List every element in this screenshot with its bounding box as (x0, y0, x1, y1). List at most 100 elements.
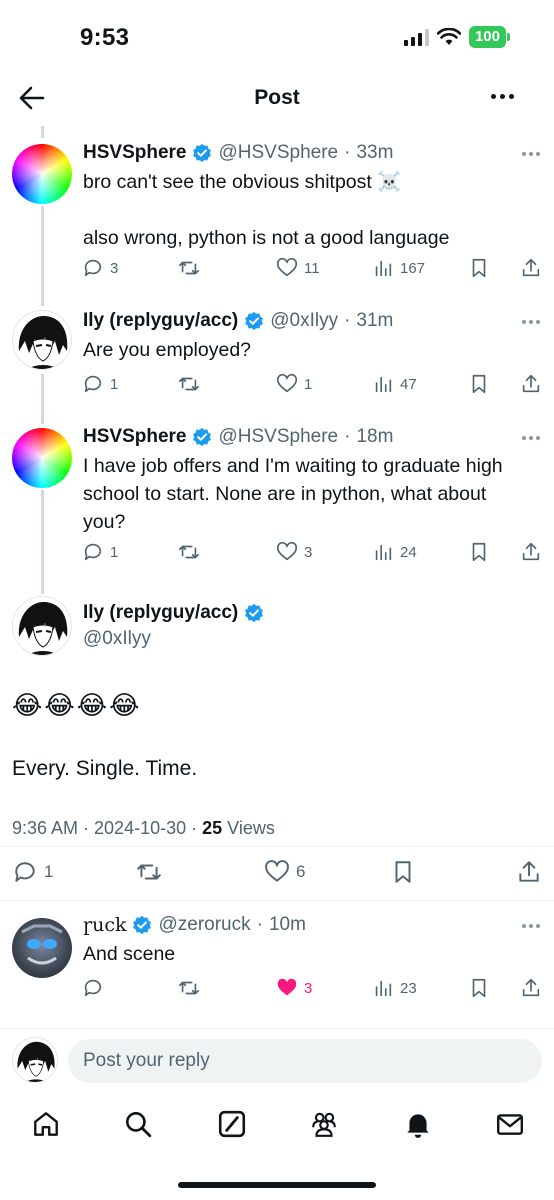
post-header: HSVSphere @HSVSphere · 18m (83, 426, 393, 448)
nav-home[interactable] (28, 1106, 64, 1142)
views-chart-icon (375, 376, 392, 393)
reply-count: 1 (44, 862, 54, 881)
post-meta: 9:36 AM · 2024-10-30 · 25 Views (12, 818, 275, 839)
display-name[interactable]: Ily (replyguy/acc) (83, 310, 238, 332)
reply-button[interactable]: 1 (12, 858, 53, 886)
reply-post[interactable]: ɼuck @zeroruck · 10m And scene 3 23 (0, 912, 554, 1022)
share-icon (519, 861, 539, 882)
bookmark-icon (395, 861, 411, 883)
my-avatar[interactable] (12, 1037, 58, 1083)
repost-button[interactable] (178, 370, 200, 398)
separator-dot: · (344, 142, 351, 163)
display-name[interactable]: ɼuck (83, 914, 126, 936)
repost-icon (137, 864, 161, 880)
user-handle[interactable]: @zeroruck (158, 914, 250, 936)
post-time: 10m (268, 914, 306, 935)
nav-messages[interactable] (492, 1106, 528, 1142)
nav-search[interactable] (120, 1106, 156, 1142)
repost-icon (179, 377, 199, 391)
display-name[interactable]: Ily (replyguy/acc) (83, 602, 238, 624)
bookmark-button[interactable] (390, 858, 416, 886)
bookmark-button[interactable] (468, 974, 490, 1002)
nav-communities[interactable] (306, 1106, 342, 1142)
display-name[interactable]: HSVSphere (83, 142, 186, 164)
views-label: Views (222, 818, 275, 838)
user-handle[interactable]: @HSVSphere (218, 426, 338, 448)
nav-notifications[interactable] (400, 1106, 436, 1142)
separator-dot: · (344, 426, 351, 447)
heart-icon (276, 257, 298, 277)
user-handle[interactable]: @0xIlyy (83, 628, 151, 650)
main-post-author: Ily (replyguy/acc) (83, 602, 264, 624)
bookmark-button[interactable] (468, 538, 490, 566)
communities-icon (312, 1112, 336, 1137)
main-post-actions: 1 6 (0, 858, 554, 890)
repost-icon (179, 261, 199, 275)
post-menu-button[interactable] (522, 152, 540, 156)
bookmark-button[interactable] (468, 254, 490, 282)
views-chart-icon (375, 544, 392, 561)
avatar[interactable] (12, 918, 72, 978)
avatar[interactable] (12, 310, 72, 370)
views-button[interactable]: 24 (372, 538, 417, 566)
post-menu-button[interactable] (522, 320, 540, 324)
repost-button[interactable] (178, 974, 200, 1002)
bookmark-button[interactable] (468, 370, 490, 398)
share-button[interactable] (520, 370, 542, 398)
battery-indicator: 100 (468, 26, 511, 48)
post-header: ɼuck @zeroruck · 10m (83, 914, 306, 936)
reply-button[interactable] (82, 974, 104, 1002)
avatar[interactable] (12, 144, 72, 204)
thread-post[interactable]: HSVSphere @HSVSphere · 33m bro can't see… (0, 140, 554, 290)
repost-button[interactable] (136, 858, 162, 886)
views-button[interactable]: 47 (372, 370, 417, 398)
thread-post[interactable]: HSVSphere @HSVSphere · 18m I have job of… (0, 424, 554, 574)
like-button[interactable]: 3 (276, 538, 312, 566)
post-actions: 3 23 (82, 974, 542, 1002)
heart-filled-icon (277, 978, 297, 996)
like-button[interactable]: 11 (276, 254, 320, 282)
share-icon (522, 374, 540, 393)
post-menu-button[interactable] (522, 924, 540, 928)
post-time: 33m (356, 142, 394, 163)
views-button[interactable]: 167 (372, 254, 425, 282)
main-post-emojis: 😂😂😂😂 (12, 690, 142, 720)
like-button[interactable]: 3 (276, 974, 312, 1002)
like-button[interactable]: 6 (264, 858, 305, 886)
reply-button[interactable]: 3 (82, 254, 118, 282)
views-button[interactable]: 23 (372, 974, 417, 1002)
reply-button[interactable]: 1 (82, 370, 118, 398)
share-button[interactable] (520, 254, 542, 282)
post-menu-button[interactable] (522, 436, 540, 440)
reply-count: 1 (110, 375, 119, 393)
repost-button[interactable] (178, 254, 200, 282)
like-button[interactable]: 1 (276, 370, 312, 398)
thread-connector (41, 126, 44, 138)
page-title: Post (254, 86, 300, 109)
views-count: 25 (202, 818, 223, 838)
user-handle[interactable]: @0xIlyy (270, 310, 338, 332)
share-button[interactable] (516, 858, 542, 886)
more-options-button[interactable] (491, 94, 514, 99)
post-header: HSVSphere @HSVSphere · 33m (83, 142, 393, 164)
display-name[interactable]: HSVSphere (83, 426, 186, 448)
main-post-avatar[interactable] (12, 596, 72, 656)
user-handle[interactable]: @HSVSphere (218, 142, 338, 164)
nav-grok[interactable] (214, 1106, 250, 1142)
post-time: 18m (356, 426, 394, 447)
share-button[interactable] (520, 538, 542, 566)
like-count: 6 (296, 862, 306, 881)
verified-badge-icon (192, 427, 212, 447)
reply-button[interactable]: 1 (82, 538, 118, 566)
avatar[interactable] (12, 428, 72, 488)
share-button[interactable] (520, 974, 542, 1002)
repost-button[interactable] (178, 538, 200, 566)
post-text-line: And scene (83, 943, 176, 965)
repost-icon (179, 545, 199, 559)
thread-post[interactable]: Ily (replyguy/acc) @0xIlyy · 31m Are you… (0, 308, 554, 418)
home-indicator (178, 1182, 376, 1188)
reply-input[interactable] (68, 1039, 542, 1083)
verified-badge-icon (132, 915, 152, 935)
top-bar: Post (0, 72, 554, 124)
post-actions: 3 11 167 (82, 254, 542, 282)
